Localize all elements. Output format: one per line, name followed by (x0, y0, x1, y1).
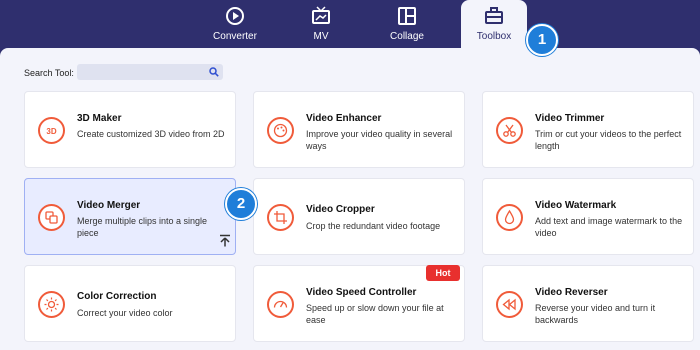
tool-card-video-merger[interactable]: Video Merger Merge multiple clips into a… (24, 178, 236, 255)
tool-card-video-watermark[interactable]: Video Watermark Add text and image water… (482, 178, 694, 255)
crop-icon (267, 204, 294, 231)
step-marker-2: 2 (225, 188, 257, 220)
hot-badge: Hot (426, 265, 460, 281)
pin-to-top-icon[interactable] (219, 234, 231, 247)
converter-icon (226, 7, 244, 25)
rewind-icon (496, 291, 523, 318)
tab-converter[interactable]: Converter (200, 0, 270, 48)
tool-card-video-reverser[interactable]: Video Reverser Reverse your video and tu… (482, 265, 694, 342)
collage-icon (398, 7, 416, 25)
sun-icon (38, 291, 65, 318)
search-label: Search Tool: (24, 68, 74, 78)
tab-mv[interactable]: MV (290, 0, 352, 48)
top-navigation: Converter MV Collage Toolbox (0, 0, 700, 48)
droplet-icon (496, 204, 523, 231)
tool-description: Correct your video color (77, 308, 173, 318)
tv-icon (312, 6, 330, 24)
palette-icon (267, 117, 294, 144)
tool-title: Video Trimmer (535, 113, 605, 124)
tool-card-video-trimmer[interactable]: Video Trimmer Trim or cut your videos to… (482, 91, 694, 168)
tool-description: Merge multiple clips into a single piece (77, 216, 208, 238)
tab-collage-label: Collage (390, 31, 424, 42)
tool-title: Video Speed Controller (306, 287, 417, 298)
tool-title: Video Enhancer (306, 113, 382, 124)
tool-title: Video Reverser (535, 287, 608, 298)
tool-card-3d-maker[interactable]: 3D 3D Maker Create customized 3D video f… (24, 91, 236, 168)
tool-description: Improve your video quality in several wa… (306, 129, 453, 151)
tool-description: Speed up or slow down your file at ease (306, 303, 444, 325)
tool-title: 3D Maker (77, 113, 122, 124)
tool-description: Crop the redundant video footage (306, 221, 441, 231)
tab-converter-label: Converter (213, 31, 257, 42)
tab-mv-label: MV (313, 31, 329, 42)
svg-text:3D: 3D (46, 127, 56, 136)
tool-description: Trim or cut your videos to the perfect l… (535, 129, 682, 151)
tool-title: Video Merger (77, 200, 141, 211)
tool-description: Create customized 3D video from 2D (77, 129, 225, 139)
tool-card-video-cropper[interactable]: Video Cropper Crop the redundant video f… (253, 178, 465, 255)
search-icon[interactable] (209, 67, 219, 77)
scissors-icon (496, 117, 523, 144)
merge-icon (38, 204, 65, 231)
search-box (77, 64, 223, 82)
tab-collage[interactable]: Collage (374, 0, 440, 48)
tool-title: Video Cropper (306, 204, 375, 215)
tool-card-video-enhancer[interactable]: Video Enhancer Improve your video qualit… (253, 91, 465, 168)
tool-description: Reverse your video and turn it backwards (535, 303, 656, 325)
tool-card-color-correction[interactable]: Color Correction Correct your video colo… (24, 265, 236, 342)
3d-icon: 3D (38, 117, 65, 144)
tab-toolbox[interactable]: Toolbox (461, 0, 527, 48)
tool-title: Color Correction (77, 291, 157, 302)
speedometer-icon (267, 291, 294, 318)
tool-title: Video Watermark (535, 200, 617, 211)
tool-description: Add text and image watermark to the vide… (535, 216, 683, 238)
step-marker-1: 1 (526, 24, 558, 56)
search-input[interactable] (77, 66, 210, 82)
tab-toolbox-label: Toolbox (476, 31, 512, 42)
toolbox-icon (485, 7, 503, 24)
